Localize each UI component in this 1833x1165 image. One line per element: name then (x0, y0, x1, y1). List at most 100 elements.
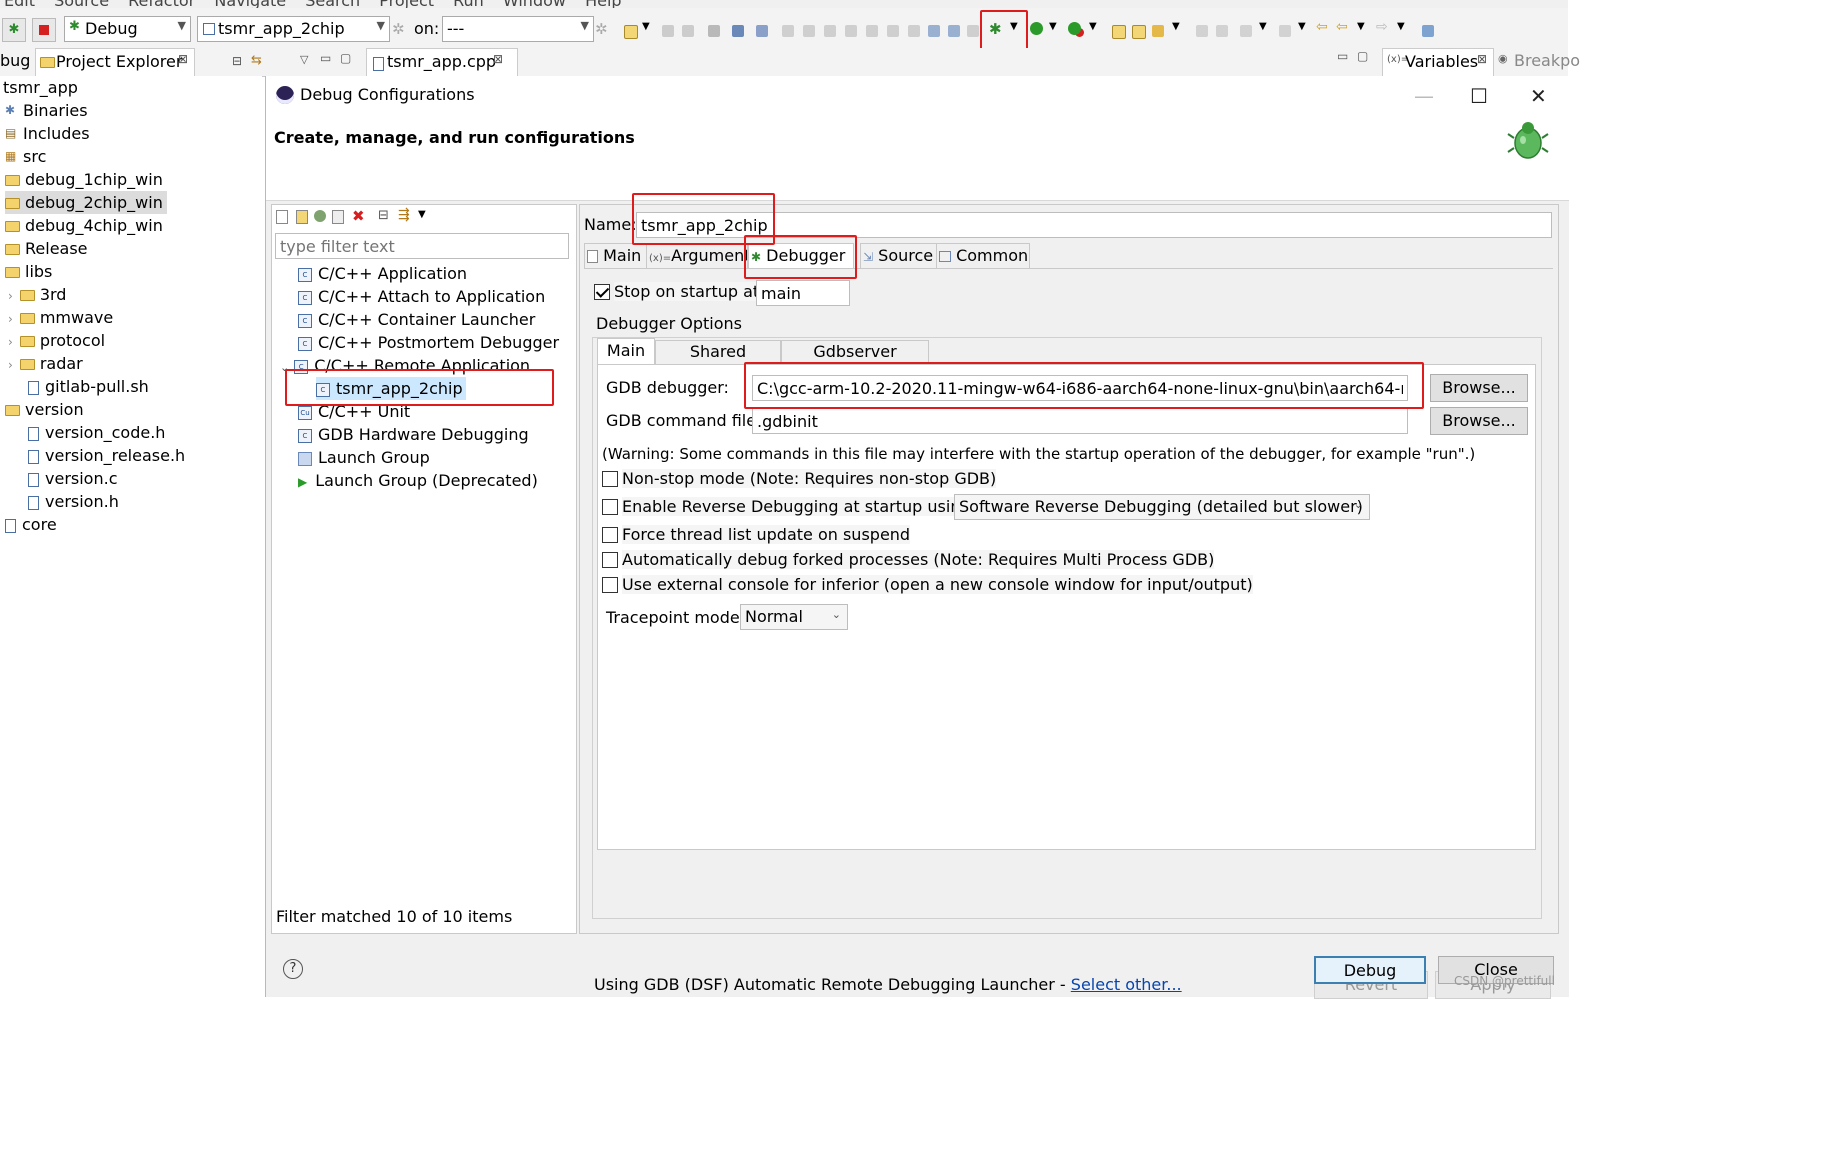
tree-item-src[interactable]: ▦ src (5, 145, 46, 168)
config-type-container-launcher[interactable]: C C/C++ Container Launcher (298, 308, 535, 331)
debug-perspective-icon[interactable]: ✱ (2, 18, 26, 42)
tab-source[interactable]: ⇲ Source (860, 243, 938, 268)
force-thread-update-checkbox[interactable] (602, 527, 618, 543)
config-type-gdb-hardware[interactable]: C GDB Hardware Debugging (298, 423, 529, 446)
config-item-tsmr-app-2chip[interactable]: Ctsmr_app_2chip (316, 377, 466, 400)
menu-search[interactable]: Search (305, 0, 360, 8)
select-other-link[interactable]: Select other... (1071, 975, 1182, 994)
tree-item-mmwave[interactable]: › mmwave (8, 306, 113, 329)
config-type-launch-group-deprecated[interactable]: ▶ Launch Group (Deprecated) (298, 469, 538, 492)
chevron-down-icon[interactable]: ▼ (1357, 21, 1365, 32)
subtab-gdbserver-settings[interactable]: Gdbserver Settings (781, 340, 929, 383)
terminal-icon[interactable] (732, 25, 744, 37)
tree-item-version-release[interactable]: version_release.h (28, 444, 185, 467)
tree-item-version-c[interactable]: version.c (28, 467, 117, 490)
debug-forked-processes-checkbox[interactable] (602, 552, 618, 568)
config-type-c-application[interactable]: C C/C++ Application (298, 262, 467, 285)
gdb-command-file-input[interactable] (752, 408, 1408, 434)
chevron-right-icon[interactable]: › (8, 312, 13, 326)
gdb-debugger-input[interactable] (752, 375, 1408, 401)
tree-item-debug-1chip[interactable]: debug_1chip_win (5, 168, 163, 191)
tree-item-release[interactable]: Release (5, 237, 88, 260)
minimize-button[interactable]: — (1414, 84, 1434, 108)
tree-item-includes[interactable]: ▤ Includes (5, 122, 90, 145)
link-editor-icon[interactable]: ⇆ (251, 53, 262, 68)
chevron-down-icon[interactable]: ▼ (1049, 21, 1057, 32)
maximize-button[interactable]: ☐ (1470, 84, 1488, 108)
menu-navigate[interactable]: Navigate (214, 0, 286, 8)
debug-button[interactable]: Debug (1314, 956, 1426, 984)
menu-window[interactable]: Window (503, 0, 566, 8)
tree-item-root[interactable]: tsmr_app (3, 76, 78, 99)
next-annotation-icon[interactable] (1240, 25, 1252, 37)
launch-config-select[interactable]: tsmr_app_2chip ▼ (197, 16, 390, 42)
terminate-icon[interactable] (824, 25, 836, 37)
menu-project[interactable]: Project (379, 0, 434, 8)
help-icon[interactable]: ? (283, 959, 303, 979)
launch-mode-select[interactable]: ✱ Debug ▼ (64, 16, 191, 42)
chevron-down-icon[interactable]: ▼ (642, 21, 650, 32)
menu-run[interactable]: Run (453, 0, 484, 8)
chevron-down-icon[interactable]: ▼ (1397, 21, 1405, 32)
new-config-icon[interactable] (276, 210, 288, 224)
link-icon[interactable] (967, 25, 979, 37)
tab-variables[interactable]: (x)= Variables ⊠ (1382, 48, 1494, 77)
maximize-icon[interactable]: ▢ (1357, 49, 1368, 63)
launch-target-select[interactable]: --- ▼ (442, 16, 594, 42)
tree-item-3rd[interactable]: › 3rd (8, 283, 66, 306)
tree-item-version-code[interactable]: version_code.h (28, 421, 165, 444)
step-into-icon[interactable] (866, 25, 878, 37)
run-icon[interactable] (1030, 22, 1043, 35)
save-all-icon[interactable] (682, 25, 694, 37)
subtab-shared-libraries[interactable]: Shared Libraries (655, 340, 781, 383)
skip-breakpoints-icon[interactable] (756, 25, 768, 37)
collapse-all-icon[interactable]: ⊟ (378, 208, 389, 223)
collapse-all-icon[interactable]: ⊟ (232, 54, 242, 68)
tree-item-version[interactable]: version (5, 398, 84, 421)
step-over-icon[interactable] (887, 25, 899, 37)
config-type-postmortem[interactable]: C C/C++ Postmortem Debugger (298, 331, 559, 354)
tab-main[interactable]: Main (584, 243, 648, 268)
config-type-launch-group[interactable]: Launch Group (298, 446, 430, 469)
config-name-input[interactable] (636, 212, 1552, 238)
tree-item-gitlab-pull[interactable]: gitlab-pull.sh (28, 375, 149, 398)
tree-item-core[interactable]: core (5, 513, 57, 536)
delete-icon[interactable]: ✖ (352, 207, 365, 225)
list-icon[interactable] (948, 25, 960, 37)
gear-icon[interactable]: ✲ (595, 20, 608, 38)
chevron-down-icon[interactable]: ▼ (1089, 21, 1097, 32)
tab-project-explorer[interactable]: Project Explorer ⊠ (35, 48, 195, 77)
reverse-debugging-checkbox[interactable] (602, 499, 618, 515)
subtab-main[interactable]: Main (597, 338, 655, 365)
chevron-down-icon[interactable]: ▼ (1010, 21, 1018, 32)
tree-item-libs[interactable]: libs (5, 260, 52, 283)
suspend-icon[interactable] (803, 25, 815, 37)
resume-icon[interactable] (782, 25, 794, 37)
tree-item-protocol[interactable]: › protocol (8, 329, 105, 352)
disconnect-icon[interactable] (845, 25, 857, 37)
chevron-down-icon[interactable]: ▼ (418, 209, 426, 220)
back-icon[interactable]: ⇦ (1336, 19, 1348, 35)
tab-debug[interactable]: bug (0, 51, 30, 70)
brush-icon[interactable] (1152, 25, 1164, 37)
pin-icon[interactable] (1422, 25, 1434, 37)
tab-common[interactable]: Common (936, 243, 1030, 268)
close-icon[interactable]: ⊠ (1477, 52, 1487, 66)
filter-icon[interactable]: ⇶ (398, 207, 410, 223)
export-icon[interactable] (314, 210, 326, 222)
open-folder-icon[interactable] (1132, 25, 1146, 39)
tab-debugger[interactable]: ✱ Debugger (748, 243, 854, 269)
maximize-icon[interactable]: ▢ (340, 51, 351, 65)
gear-icon[interactable]: ✲ (392, 20, 405, 38)
config-type-c-attach[interactable]: C C/C++ Attach to Application (298, 285, 545, 308)
view-menu-icon[interactable]: ▽ (300, 53, 308, 66)
debug-launch-icon[interactable]: ✱ (989, 20, 1002, 38)
tree-item-version-h[interactable]: version.h (28, 490, 119, 513)
tree-item-debug-2chip[interactable]: debug_2chip_win (5, 191, 167, 214)
annotation-icon[interactable] (1216, 25, 1228, 37)
minimize-icon[interactable]: ▭ (1337, 49, 1348, 63)
tab-breakpoints[interactable]: Breakpo (1514, 51, 1580, 70)
instruction-step-icon[interactable] (928, 25, 940, 37)
close-icon[interactable]: ⊠ (493, 52, 503, 66)
reverse-debugging-select[interactable]: Software Reverse Debugging (detailed but… (954, 494, 1370, 520)
